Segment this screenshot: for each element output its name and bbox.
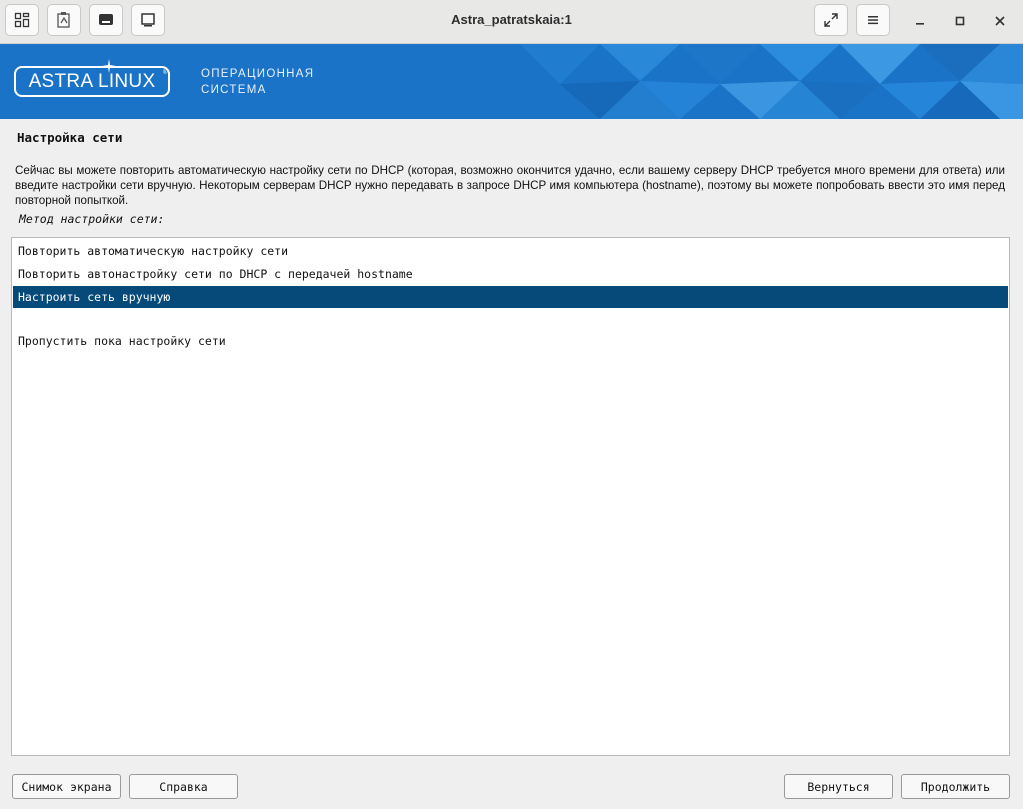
banner-subtitle-line2: СИСТЕМА	[201, 84, 267, 96]
registered-icon: ®	[163, 70, 168, 76]
fullscreen-icon	[824, 13, 838, 27]
list-item-skip[interactable]: Пропустить пока настройку сети	[13, 330, 1008, 352]
back-button[interactable]: Вернуться	[784, 774, 893, 799]
screenshot-button[interactable]: Снимок экрана	[12, 774, 121, 799]
banner-subtitle-line1: ОПЕРАЦИОННАЯ	[201, 68, 315, 80]
menu-button[interactable]	[856, 4, 890, 36]
close-button[interactable]	[989, 10, 1011, 32]
list-item-manual[interactable]: Настроить сеть вручную	[13, 286, 1008, 308]
astra-logo: ASTRA LINUX ®	[14, 59, 170, 97]
description-text: Сейчас вы можете повторить автоматическу…	[15, 164, 1005, 207]
minimize-button[interactable]	[909, 10, 931, 32]
page-title: Настройка сети	[17, 130, 123, 145]
logo-text: ASTRA LINUX	[28, 71, 156, 92]
network-method-list[interactable]: Повторить автоматическую настройку сети …	[11, 237, 1010, 756]
help-button[interactable]: Справка	[129, 774, 238, 799]
astra-banner: ASTRA LINUX ® ОПЕРАЦИОННАЯ СИСТЕМА	[0, 44, 1023, 119]
menu-icon	[868, 16, 878, 25]
banner-subtitle: ОПЕРАЦИОННАЯ СИСТЕМА	[201, 66, 314, 98]
method-label: Метод настройки сети:	[19, 212, 165, 226]
continue-button[interactable]: Продолжить	[901, 774, 1010, 799]
fullscreen-button[interactable]	[814, 4, 848, 36]
maximize-icon	[955, 16, 965, 26]
close-icon	[995, 16, 1005, 26]
maximize-button[interactable]	[949, 10, 971, 32]
list-item-retry-dhcp-hostname[interactable]: Повторить автонастройку сети по DHCP с п…	[13, 263, 1008, 285]
title-bar: Astra_patratskaia:1	[0, 0, 1023, 44]
list-item-empty[interactable]	[13, 309, 1008, 331]
minimize-icon	[916, 23, 924, 25]
list-item-retry-auto[interactable]: Повторить автоматическую настройку сети	[13, 240, 1008, 262]
